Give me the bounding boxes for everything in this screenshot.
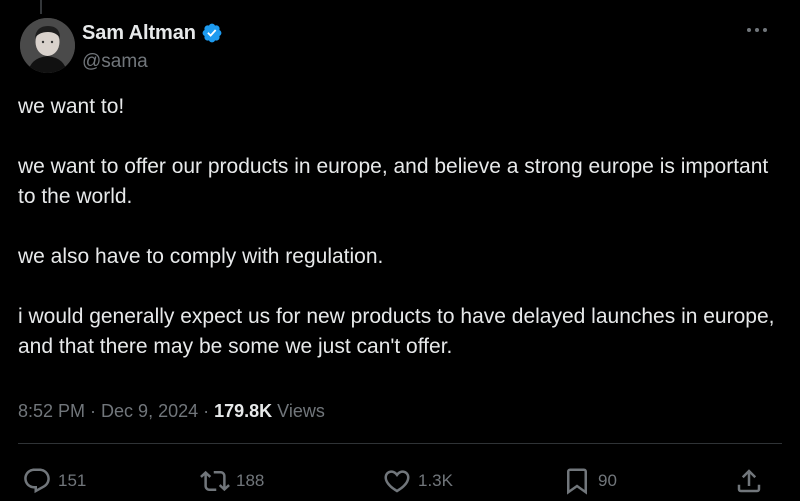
action-bar: 151 188 1.3K 90 [22, 466, 764, 496]
separator: · [203, 401, 210, 421]
avatar[interactable] [20, 18, 75, 73]
bookmark-icon [567, 468, 587, 495]
views-count: 179.8K [214, 401, 273, 421]
reply-count: 151 [58, 471, 87, 490]
tweet-card: Sam Altman @sama we want to! we want to … [0, 0, 800, 501]
separator: · [90, 401, 97, 421]
bookmark-button[interactable]: 90 [562, 466, 617, 496]
tweet-paragraph: we also have to comply with regulation. [18, 245, 384, 268]
reply-icon [24, 468, 50, 494]
repost-button[interactable]: 188 [200, 466, 264, 496]
views-label: Views [277, 401, 325, 421]
tweet-header: Sam Altman @sama [20, 18, 780, 74]
bookmark-count: 90 [598, 471, 617, 490]
divider [18, 443, 782, 444]
reply-button[interactable]: 151 [22, 466, 86, 496]
repost-icon [200, 470, 230, 492]
like-button[interactable]: 1.3K [382, 466, 453, 496]
like-count: 1.3K [418, 471, 453, 490]
share-icon [737, 469, 761, 493]
author-display-name[interactable]: Sam Altman [82, 22, 196, 45]
tweet-paragraph: i would generally expect us for new prod… [18, 305, 775, 358]
repost-count: 188 [236, 471, 265, 490]
tweet-date[interactable]: Dec 9, 2024 [101, 401, 198, 422]
tweet-paragraph: we want to offer our products in europe,… [18, 155, 769, 208]
author-handle[interactable]: @sama [82, 51, 223, 73]
verified-badge-icon [201, 22, 223, 44]
tweet-paragraph: we want to! [18, 95, 125, 118]
share-button[interactable] [734, 466, 764, 496]
tweet-metadata: 8:52 PM · Dec 9, 2024 · 179.8K Views [18, 401, 325, 422]
thread-connector-line [40, 0, 42, 14]
more-options-icon[interactable] [742, 20, 772, 40]
profile-photo-icon [20, 18, 75, 73]
tweet-time[interactable]: 8:52 PM [18, 401, 85, 422]
tweet-text: we want to! we want to offer our product… [18, 92, 783, 362]
author-names: Sam Altman @sama [82, 21, 223, 73]
heart-icon [384, 470, 410, 493]
